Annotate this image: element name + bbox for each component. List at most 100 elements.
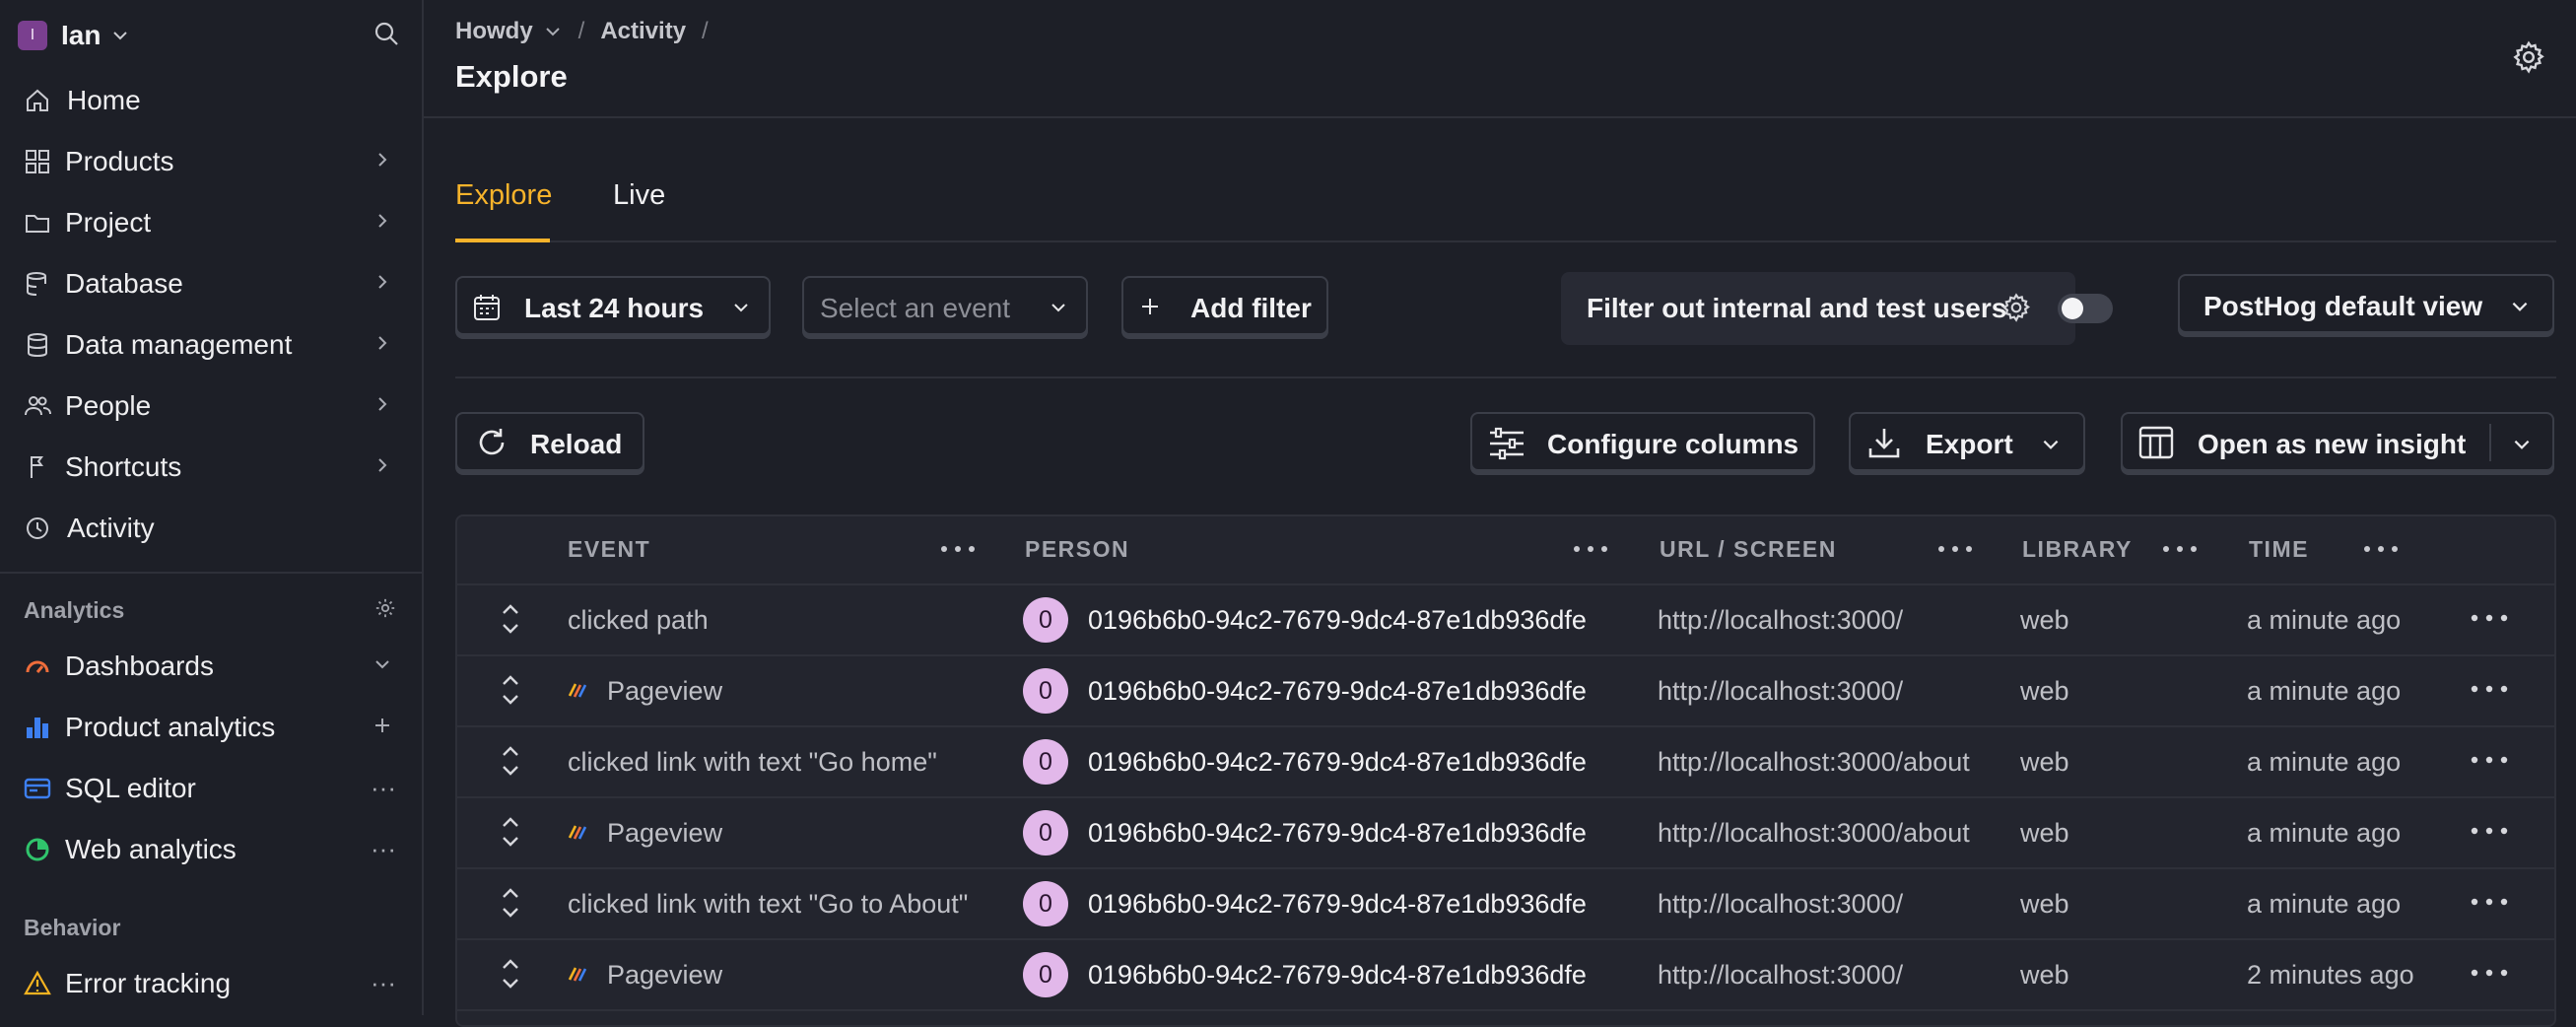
library-cell: web <box>2020 676 2069 706</box>
person-id[interactable]: 0196b6b0-94c2-7679-9dc4-87e1db936dfe <box>1088 747 1587 778</box>
sidebar-item-dashboards[interactable]: Dashboards <box>0 639 422 694</box>
table-icon <box>2138 426 2174 459</box>
sidebar-item-home[interactable]: Home <box>0 73 422 128</box>
breadcrumb-project[interactable]: Howdy <box>455 18 533 45</box>
expand-row-icon[interactable] <box>499 741 522 781</box>
column-menu-icon[interactable] <box>2361 534 2401 564</box>
reload-label: Reload <box>530 429 623 459</box>
table-row[interactable]: clicked path 0 0196b6b0-94c2-7679-9dc4-87e… <box>457 583 2554 656</box>
event-name[interactable]: Pageview <box>607 676 722 707</box>
sidebar-item-web-analytics[interactable]: Web analytics ··· <box>0 822 422 877</box>
sidebar-item-product-analytics[interactable]: Product analytics <box>0 700 422 755</box>
person-avatar[interactable]: 0 <box>1023 952 1068 997</box>
tab-explore[interactable]: Explore <box>455 179 552 212</box>
date-range-button[interactable]: Last 24 hours <box>455 276 771 335</box>
shortcut-icon <box>24 453 51 481</box>
expand-row-icon[interactable] <box>499 670 522 710</box>
column-menu-icon[interactable] <box>1571 534 1610 564</box>
library-cell: web <box>2020 818 2069 848</box>
view-select[interactable]: PostHog default view <box>2178 274 2554 333</box>
row-menu-icon[interactable] <box>2468 603 2511 633</box>
row-menu-icon[interactable] <box>2468 816 2511 846</box>
add-filter-button[interactable]: Add filter <box>1121 276 1328 335</box>
table-row[interactable]: Pageview 0 0196b6b0-94c2-7679-9dc4-87e1db9… <box>457 796 2554 869</box>
search-icon[interactable] <box>373 20 400 47</box>
chevron-down-icon[interactable] <box>2511 434 2533 455</box>
table-row[interactable]: Pageview 0 0196b6b0-94c2-7679-9dc4-87e1db9… <box>457 938 2554 1011</box>
row-menu-icon[interactable] <box>2468 958 2511 988</box>
gear-icon[interactable] <box>374 597 396 619</box>
column-menu-icon[interactable] <box>2160 534 2200 564</box>
more-icon[interactable]: ··· <box>371 773 396 803</box>
more-icon[interactable]: ··· <box>371 834 396 864</box>
internal-users-filter: Filter out internal and test users <box>1561 272 2075 345</box>
row-menu-icon[interactable] <box>2468 887 2511 917</box>
sidebar-item-sql-editor[interactable]: SQL editor ··· <box>0 761 422 816</box>
toolbar-divider <box>455 377 2556 378</box>
column-header-time[interactable]: TIME <box>2249 536 2309 563</box>
reload-button[interactable]: Reload <box>455 412 644 471</box>
column-header-library[interactable]: LIBRARY <box>2022 536 2133 563</box>
event-name[interactable]: clicked link with text "Go to About" <box>568 889 968 920</box>
person-avatar[interactable]: 0 <box>1023 739 1068 785</box>
table-row[interactable]: clicked link with text "Go to About" 0 019… <box>457 867 2554 940</box>
org-switcher[interactable]: I Ian <box>18 14 404 57</box>
export-button[interactable]: Export <box>1849 412 2085 471</box>
row-menu-icon[interactable] <box>2468 745 2511 775</box>
open-as-insight-button[interactable]: Open as new insight <box>2121 412 2554 471</box>
column-header-event[interactable]: EVENT <box>568 536 650 563</box>
gear-icon[interactable] <box>2511 39 2546 75</box>
more-icon[interactable]: ··· <box>371 968 396 998</box>
gear-icon[interactable] <box>2000 292 2032 323</box>
person-id[interactable]: 0196b6b0-94c2-7679-9dc4-87e1db936dfe <box>1088 960 1587 991</box>
expand-row-icon[interactable] <box>499 812 522 852</box>
chevron-down-icon[interactable] <box>543 22 563 41</box>
event-name[interactable]: clicked link with text "Go home" <box>568 747 937 778</box>
plus-icon[interactable] <box>373 716 392 735</box>
sidebar-item-products[interactable]: Products <box>0 134 422 189</box>
person-avatar[interactable]: 0 <box>1023 810 1068 856</box>
column-menu-icon[interactable] <box>938 534 978 564</box>
internal-users-toggle[interactable] <box>2058 294 2113 323</box>
sidebar-item-people[interactable]: People <box>0 378 422 434</box>
sidebar-item-database[interactable]: Database <box>0 256 422 311</box>
sidebar-item-data-management[interactable]: Data management <box>0 317 422 373</box>
event-name[interactable]: Pageview <box>607 960 722 991</box>
expand-row-icon[interactable] <box>499 883 522 923</box>
tab-bar: Explore Live <box>455 158 2556 242</box>
sidebar-item-error-tracking[interactable]: Error tracking ··· <box>0 956 422 1011</box>
column-header-person[interactable]: PERSON <box>1025 536 1129 563</box>
person-avatar[interactable]: 0 <box>1023 881 1068 926</box>
person-id[interactable]: 0196b6b0-94c2-7679-9dc4-87e1db936dfe <box>1088 676 1587 707</box>
expand-row-icon[interactable] <box>499 599 522 639</box>
time-cell: a minute ago <box>2247 605 2402 635</box>
configure-columns-button[interactable]: Configure columns <box>1470 412 1815 471</box>
person-avatar[interactable]: 0 <box>1023 668 1068 714</box>
column-menu-icon[interactable] <box>1935 534 1975 564</box>
sidebar-item-activity[interactable]: Activity <box>0 501 422 556</box>
table-row[interactable]: clicked link with text "Go home" 0 0196b6b… <box>457 725 2554 798</box>
dashboard-icon <box>24 652 51 680</box>
event-select[interactable]: Select an event <box>802 276 1088 335</box>
sidebar-item-project[interactable]: Project <box>0 195 422 250</box>
warning-icon <box>24 970 51 997</box>
person-id[interactable]: 0196b6b0-94c2-7679-9dc4-87e1db936dfe <box>1088 818 1587 849</box>
sidebar-item-label: Dashboards <box>65 650 214 681</box>
column-header-url[interactable]: URL / SCREEN <box>1660 536 1837 563</box>
breadcrumb-activity[interactable]: Activity <box>600 18 686 45</box>
person-id[interactable]: 0196b6b0-94c2-7679-9dc4-87e1db936dfe <box>1088 889 1587 920</box>
sidebar-item-shortcuts[interactable]: Shortcuts <box>0 440 422 495</box>
expand-row-icon[interactable] <box>499 954 522 993</box>
person-id[interactable]: 0196b6b0-94c2-7679-9dc4-87e1db936dfe <box>1088 605 1587 636</box>
event-name[interactable]: Pageview <box>607 818 722 849</box>
person-avatar[interactable]: 0 <box>1023 597 1068 643</box>
grid-icon <box>24 148 51 175</box>
chevron-right-icon <box>373 150 392 170</box>
chevron-down-icon[interactable] <box>373 654 392 674</box>
sidebar-item-label: SQL editor <box>65 773 196 803</box>
tab-live[interactable]: Live <box>613 179 665 212</box>
table-row[interactable]: Pageview 0 0196b6b0-94c2-7679-9dc4-87e1db9… <box>457 654 2554 727</box>
row-menu-icon[interactable] <box>2468 674 2511 704</box>
event-name[interactable]: clicked path <box>568 605 709 636</box>
tab-label: Live <box>613 179 666 211</box>
